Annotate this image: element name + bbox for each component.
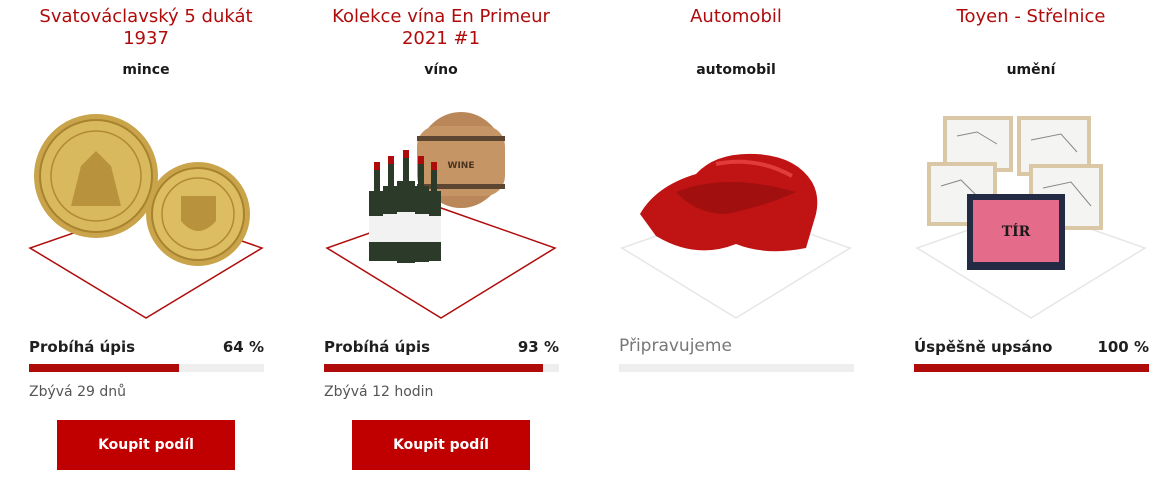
status-row: Probíhá úpis 93 % bbox=[324, 336, 559, 358]
buy-share-button[interactable]: Koupit podíl bbox=[57, 420, 235, 470]
barrel-label: WINE bbox=[448, 161, 475, 171]
framed-artworks-image[interactable]: TÍR bbox=[911, 96, 1151, 326]
time-remaining: Zbývá 12 hodin bbox=[324, 384, 434, 400]
book-title: TÍR bbox=[1002, 222, 1031, 240]
covered-car-image[interactable] bbox=[616, 96, 856, 326]
status-label: Připravujeme bbox=[619, 336, 732, 356]
card-title[interactable]: Svatováclavský 5 dukát 1937 bbox=[26, 6, 266, 50]
progress-fill bbox=[914, 364, 1149, 372]
card-category: víno bbox=[424, 62, 458, 78]
status-row: Úspěšně upsáno 100 % bbox=[914, 336, 1149, 358]
progress-bar bbox=[914, 364, 1149, 372]
progress-percent: 100 % bbox=[1097, 338, 1149, 356]
status-row: Připravujeme bbox=[619, 336, 854, 358]
status-row: Probíhá úpis 64 % bbox=[29, 336, 264, 358]
card-title[interactable]: Toyen - Střelnice bbox=[911, 6, 1151, 28]
product-card-wine[interactable]: Kolekce vína En Primeur 2021 #1 víno WIN… bbox=[321, 0, 561, 482]
progress-bar bbox=[324, 364, 559, 372]
progress-percent: 93 % bbox=[517, 338, 559, 356]
card-category: umění bbox=[1006, 62, 1056, 78]
product-card-coin[interactable]: Svatováclavský 5 dukát 1937 mince Probíh… bbox=[26, 0, 266, 482]
status-label: Probíhá úpis bbox=[29, 338, 136, 356]
progress-fill bbox=[324, 364, 543, 372]
card-category: automobil bbox=[696, 62, 776, 78]
card-category: mince bbox=[122, 62, 170, 78]
wine-image[interactable]: WINE bbox=[321, 96, 561, 326]
status-label: Probíhá úpis bbox=[324, 338, 431, 356]
time-remaining: Zbývá 29 dnů bbox=[29, 384, 126, 400]
product-card-car[interactable]: Automobil automobil Připravujeme bbox=[616, 0, 856, 482]
progress-bar bbox=[29, 364, 264, 372]
progress-percent: 64 % bbox=[222, 338, 264, 356]
buy-share-button[interactable]: Koupit podíl bbox=[352, 420, 530, 470]
product-card-art[interactable]: Toyen - Střelnice umění TÍR Úspěšně upsá… bbox=[911, 0, 1151, 482]
card-title[interactable]: Kolekce vína En Primeur 2021 #1 bbox=[321, 6, 561, 50]
progress-fill bbox=[29, 364, 180, 372]
card-title[interactable]: Automobil bbox=[616, 6, 856, 28]
progress-bar bbox=[619, 364, 854, 372]
status-label: Úspěšně upsáno bbox=[914, 338, 1053, 356]
gold-coins-image[interactable] bbox=[26, 96, 266, 326]
